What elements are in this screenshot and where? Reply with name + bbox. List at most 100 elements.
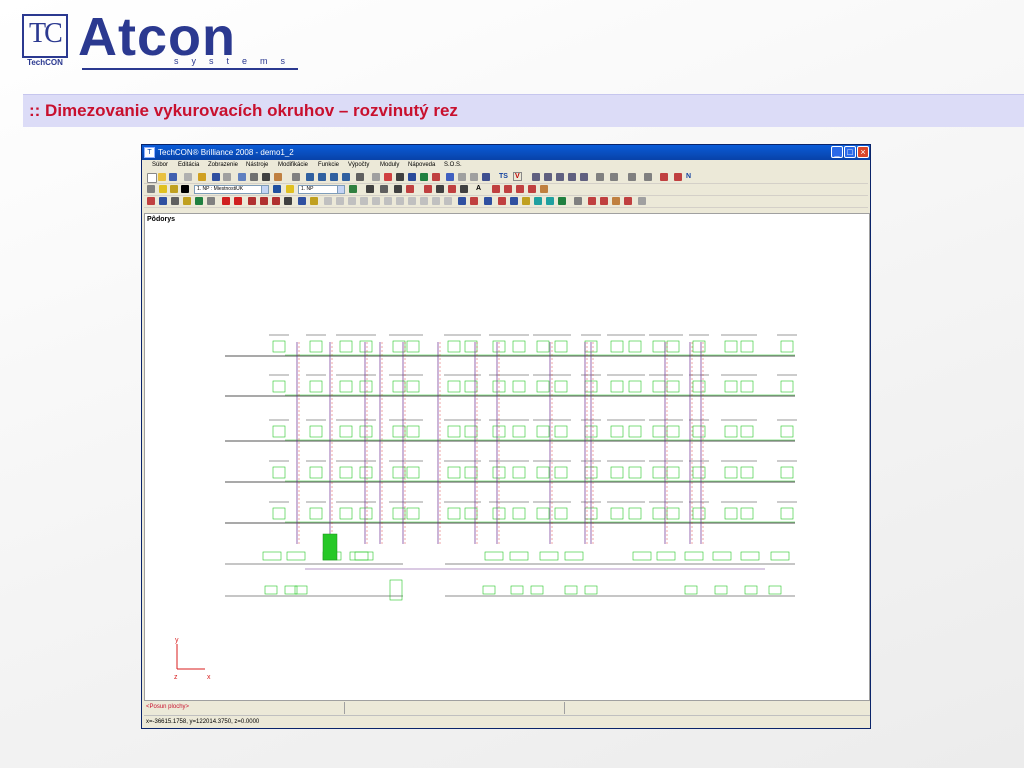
marker-icon[interactable] [528, 185, 536, 193]
dimensioning-icon[interactable] [522, 197, 530, 205]
slope-icon[interactable] [272, 197, 280, 205]
window-titlebar[interactable]: T TechCON® Brilliance 2008 - demo1_2 _ □… [142, 145, 870, 160]
cross-icon[interactable] [394, 185, 402, 193]
zoom-window-icon[interactable] [306, 173, 314, 181]
layer-color-icon[interactable] [181, 185, 189, 193]
dimension-icon[interactable] [610, 173, 618, 181]
rectangle-icon[interactable] [556, 173, 564, 181]
heat-loss-icon[interactable] [498, 197, 506, 205]
book-icon[interactable] [274, 173, 282, 181]
valve-icon[interactable] [436, 185, 444, 193]
minimize-button[interactable]: _ [831, 146, 843, 158]
radiator-valve-icon[interactable] [207, 197, 215, 205]
legend-icon[interactable] [516, 185, 524, 193]
menu-editacia[interactable]: Editácia [178, 162, 199, 168]
tool-icon[interactable] [366, 185, 374, 193]
pipe-icon[interactable] [420, 173, 428, 181]
pressure-icon[interactable] [546, 197, 554, 205]
spec-icon[interactable] [588, 197, 596, 205]
new-file-icon[interactable] [147, 173, 157, 183]
pump-icon[interactable] [460, 185, 468, 193]
hatch-icon[interactable] [628, 173, 636, 181]
bill-icon[interactable] [600, 197, 608, 205]
floor-heating-icon[interactable] [159, 197, 167, 205]
flange-icon[interactable] [372, 197, 380, 205]
branch-icon[interactable] [260, 197, 268, 205]
menu-subor[interactable]: Súbor [152, 162, 168, 168]
undo-icon[interactable] [212, 173, 220, 181]
cap-icon[interactable] [360, 197, 368, 205]
menu-zobrazenie[interactable]: Zobrazenie [208, 162, 238, 168]
elbow-icon[interactable] [336, 197, 344, 205]
properties-icon[interactable] [198, 173, 206, 181]
floor-bulb-icon[interactable] [286, 185, 294, 193]
heating-section-drawing[interactable]: y z x [145, 214, 869, 700]
radiator-icon[interactable] [147, 197, 155, 205]
tee-icon[interactable] [324, 197, 332, 205]
heater-icon[interactable] [424, 185, 432, 193]
check-icon[interactable] [349, 185, 357, 193]
export-icon[interactable] [574, 197, 582, 205]
tank-icon[interactable] [183, 197, 191, 205]
menu-vypocty[interactable]: Výpočty [348, 162, 369, 168]
fill-icon[interactable] [310, 197, 318, 205]
linetype-icon[interactable] [596, 173, 604, 181]
move-icon[interactable] [396, 173, 404, 181]
node-icon[interactable] [384, 173, 392, 181]
menu-modifikacie[interactable]: Modifikácie [278, 162, 308, 168]
slope-line-icon[interactable] [638, 197, 646, 205]
line-icon[interactable] [532, 173, 540, 181]
light-bulb-icon[interactable] [159, 185, 167, 193]
measure-icon[interactable] [644, 173, 652, 181]
print-icon[interactable] [184, 173, 192, 181]
chart-icon[interactable] [612, 197, 620, 205]
zoom-out-icon[interactable] [330, 173, 338, 181]
supply-pipe-icon[interactable] [222, 197, 230, 205]
join-icon[interactable] [482, 173, 490, 181]
menu-funkcie[interactable]: Funkcie [318, 162, 339, 168]
arc-icon[interactable] [580, 173, 588, 181]
target-icon[interactable] [406, 185, 414, 193]
table-icon[interactable] [492, 185, 500, 193]
document-icon[interactable] [540, 185, 548, 193]
array-icon[interactable] [470, 173, 478, 181]
grid-table-icon[interactable] [510, 197, 518, 205]
insulation-icon[interactable] [284, 197, 292, 205]
return-pipe-icon[interactable] [234, 197, 242, 205]
riser-icon[interactable] [248, 197, 256, 205]
boiler-icon[interactable] [448, 185, 456, 193]
chevron-down-icon[interactable] [261, 185, 269, 194]
redo-icon[interactable] [223, 173, 231, 181]
zoom-all-icon[interactable] [342, 173, 350, 181]
drawing-canvas[interactable]: Pôdorys yzx [144, 213, 870, 701]
layout-icon[interactable] [238, 173, 246, 181]
balance-icon[interactable] [484, 197, 492, 205]
report-icon[interactable] [504, 185, 512, 193]
grid-icon[interactable] [372, 173, 380, 181]
hanger-icon[interactable] [396, 197, 404, 205]
text-tool[interactable]: A [476, 185, 481, 192]
close-button[interactable]: × [857, 146, 869, 158]
flow-icon[interactable] [534, 197, 542, 205]
copy-icon[interactable] [446, 173, 454, 181]
np-select[interactable]: 1. NP [298, 185, 338, 194]
support-icon[interactable] [384, 197, 392, 205]
zoom-in-icon[interactable] [318, 173, 326, 181]
polyline-icon[interactable] [544, 173, 552, 181]
layers-icon[interactable] [250, 173, 258, 181]
v-button[interactable]: V [513, 172, 522, 181]
edit-icon[interactable] [432, 173, 440, 181]
symbol-icon[interactable] [660, 173, 668, 181]
mirror-icon[interactable] [458, 173, 466, 181]
menu-napoveda[interactable]: Nápoveda [408, 162, 435, 168]
connect-icon[interactable] [298, 197, 306, 205]
schema-icon[interactable] [458, 197, 466, 205]
save-icon[interactable] [169, 173, 177, 181]
fitting-icon[interactable] [380, 185, 388, 193]
sleeve-icon[interactable] [408, 197, 416, 205]
n-button[interactable]: N [686, 173, 691, 180]
ts-button[interactable]: TS [499, 173, 508, 180]
cut-icon[interactable] [292, 173, 300, 181]
menu-nastroje[interactable]: Nástroje [246, 162, 268, 168]
open-folder-icon[interactable] [158, 173, 166, 181]
